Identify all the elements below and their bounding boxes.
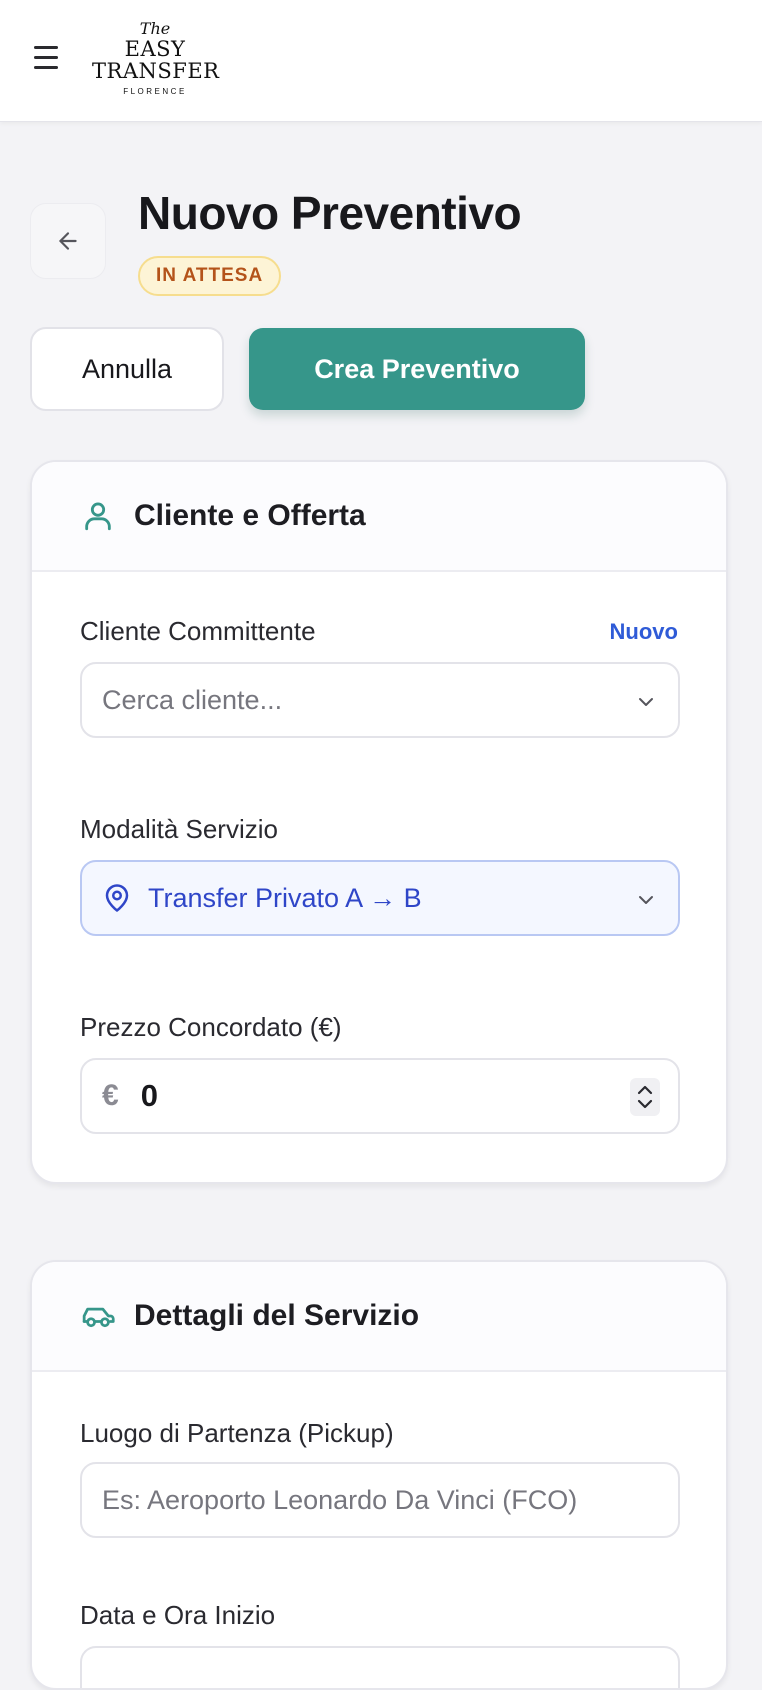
logo-the: The [139,19,171,38]
pickup-input[interactable]: Es: Aeroporto Leonardo Da Vinci (FCO) [80,1462,680,1538]
status-badge: IN ATTESA [138,256,282,296]
chevron-down-icon [639,698,653,706]
logo-florence: FLORENCE [123,87,187,96]
create-quote-button[interactable]: Crea Preventivo [249,328,585,410]
price-value: 0 [140,1078,158,1113]
logo-transfer: TRANSFER [92,59,220,83]
new-client-link[interactable]: Nuovo [610,619,678,645]
start-datetime-input[interactable] [80,1646,680,1688]
client-search-select[interactable]: Cerca cliente... [80,662,680,738]
arrow-left-icon [59,232,77,250]
chevron-down-icon [639,896,653,904]
brand-logo[interactable]: The EASY TRANSFER FLORENCE [92,19,220,97]
service-details-card: Dettagli del Servizio Luogo di Partenza … [30,1260,728,1690]
client-offer-card-header: Cliente e Offerta [32,462,726,572]
euro-prefix: € [102,1079,119,1112]
card-title: Dettagli del Servizio [134,1299,420,1332]
back-button[interactable] [30,203,106,279]
page-title: Nuovo Preventivo [138,187,522,239]
car-icon [80,1298,116,1334]
service-details-card-header: Dettagli del Servizio [32,1262,726,1372]
service-mode-value: Transfer Privato A → B [148,882,422,913]
service-mode-select[interactable]: Transfer Privato A → B [80,860,680,936]
client-label: Cliente Committente [80,616,316,646]
pickup-label: Luogo di Partenza (Pickup) [80,1418,394,1448]
map-pin-icon [105,884,129,912]
price-label: Prezzo Concordato (€) [80,1012,342,1042]
logo-easy: EASY [124,37,186,61]
hamburger-menu-icon [30,46,64,69]
top-bar: The EASY TRANSFER FLORENCE [0,0,762,122]
card-title: Cliente e Offerta [134,499,366,532]
price-input[interactable]: € 0 [80,1058,680,1134]
pickup-placeholder: Es: Aeroporto Leonardo Da Vinci (FCO) [102,1484,578,1515]
client-search-placeholder: Cerca cliente... [102,684,283,715]
up-down-stepper-icon[interactable] [630,1078,660,1116]
menu-button[interactable] [30,46,64,76]
user-icon [80,498,116,534]
start-datetime-label: Data e Ora Inizio [80,1600,276,1630]
service-mode-label: Modalità Servizio [80,814,278,844]
cancel-button[interactable]: Annulla [30,327,224,411]
client-offer-card: Cliente e Offerta Cliente Committente Nu… [30,460,728,1184]
